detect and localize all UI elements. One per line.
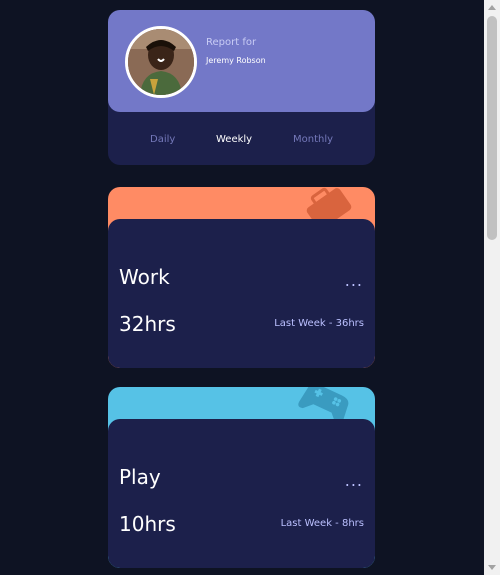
report-label: Report for [206,37,257,48]
vertical-scrollbar[interactable] [484,0,500,575]
play-card-body: Play ... 10hrs Last Week - 8hrs [108,419,375,568]
profile-header: Report for Jeremy Robson [108,10,375,112]
work-card: Work ... 32hrs Last Week - 36hrs [108,187,375,368]
more-options-button[interactable]: ... [345,271,363,290]
dashboard: Report for Jeremy Robson Daily Weekly Mo… [0,0,484,575]
scroll-up-arrow-icon[interactable] [488,5,496,10]
work-card-body: Work ... 32hrs Last Week - 36hrs [108,219,375,368]
scroll-down-arrow-icon[interactable] [488,565,496,570]
current-hours: 32hrs [119,312,176,336]
gamepad-icon [295,387,355,426]
current-hours: 10hrs [119,512,176,536]
user-name: Jeremy Robson [206,56,266,65]
profile-card: Report for Jeremy Robson Daily Weekly Mo… [108,10,375,165]
tab-monthly[interactable]: Monthly [293,134,333,145]
briefcase-icon [295,187,355,230]
scrollbar-thumb[interactable] [487,16,497,240]
tab-daily[interactable]: Daily [150,134,175,145]
tab-weekly[interactable]: Weekly [216,134,252,145]
play-card: Play ... 10hrs Last Week - 8hrs [108,387,375,568]
avatar [125,26,197,98]
activity-title: Play [119,465,161,489]
page-viewport: Report for Jeremy Robson Daily Weekly Mo… [0,0,500,575]
previous-hours: Last Week - 36hrs [274,318,364,329]
activity-title: Work [119,265,170,289]
more-options-button[interactable]: ... [345,471,363,490]
previous-hours: Last Week - 8hrs [280,518,364,529]
